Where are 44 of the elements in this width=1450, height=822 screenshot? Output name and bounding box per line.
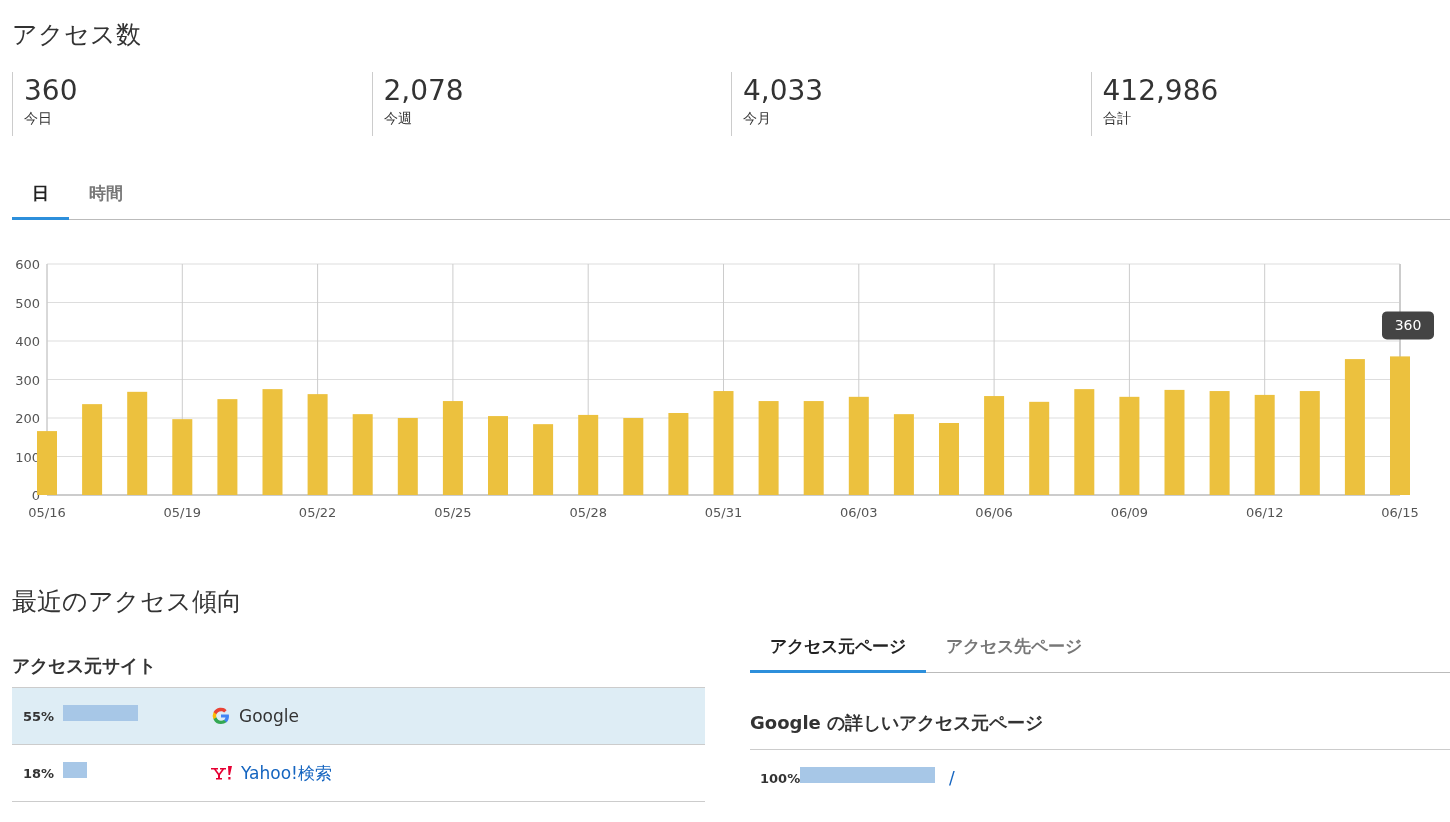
section-title: アクセス数: [12, 19, 142, 51]
percent-text: 18%: [23, 765, 56, 781]
site-name[interactable]: Google: [239, 706, 299, 726]
tab[interactable]: アクセス先ページ: [926, 625, 1102, 673]
percent-text: 55%: [23, 708, 56, 724]
value-tooltip: 360: [1382, 311, 1434, 340]
x-axis-label: 06/06: [975, 505, 1013, 520]
percent-text: 100%: [760, 770, 800, 786]
y-axis-label: 500: [15, 295, 40, 311]
stat-value: 4,033: [743, 73, 825, 109]
google-icon: [211, 706, 231, 726]
stat-value: 412,986: [1102, 73, 1220, 109]
stat-value: 360: [24, 73, 79, 109]
site-name[interactable]: Yahoo!検索: [241, 761, 332, 785]
yahoo-logo-icon: [211, 766, 233, 780]
bar: [37, 431, 57, 495]
tab[interactable]: 日: [12, 172, 69, 220]
x-axis-label: 06/03: [840, 505, 878, 520]
x-axis-label: 05/28: [569, 505, 607, 520]
section-title: 最近のアクセス傾向: [12, 586, 243, 618]
x-axis-label: 06/09: [1110, 505, 1149, 520]
stat-label: 今週: [383, 110, 413, 126]
tab[interactable]: 時間: [69, 172, 143, 220]
x-axis-label: 05/16: [28, 505, 66, 520]
x-axis-label: 05/31: [704, 505, 743, 520]
y-axis-label: 300: [15, 372, 40, 388]
stat-label: 合計: [1102, 110, 1132, 126]
tab[interactable]: アクセス元ページ: [750, 625, 926, 673]
annotation: 360: [1394, 317, 1422, 334]
x-axis-label: 06/15: [1381, 505, 1419, 520]
y-axis-label: 400: [15, 334, 40, 349]
stat-label: 今日: [24, 110, 53, 126]
stat-label: 今月: [743, 110, 772, 126]
x-axis-label: 05/25: [434, 505, 472, 520]
x-axis-label: 06/12: [1245, 505, 1284, 520]
bar: [939, 423, 959, 495]
x-axis-label: 05/22: [298, 505, 337, 520]
x-axis-label: 05/19: [163, 505, 202, 520]
site-row[interactable]: 55% Google: [12, 688, 705, 745]
stat-value: 2,078: [383, 73, 465, 109]
y-axis-label: 200: [15, 411, 40, 426]
y-axis-label: 600: [15, 257, 40, 272]
page-link[interactable]: /: [949, 768, 955, 788]
bar: [533, 424, 554, 495]
